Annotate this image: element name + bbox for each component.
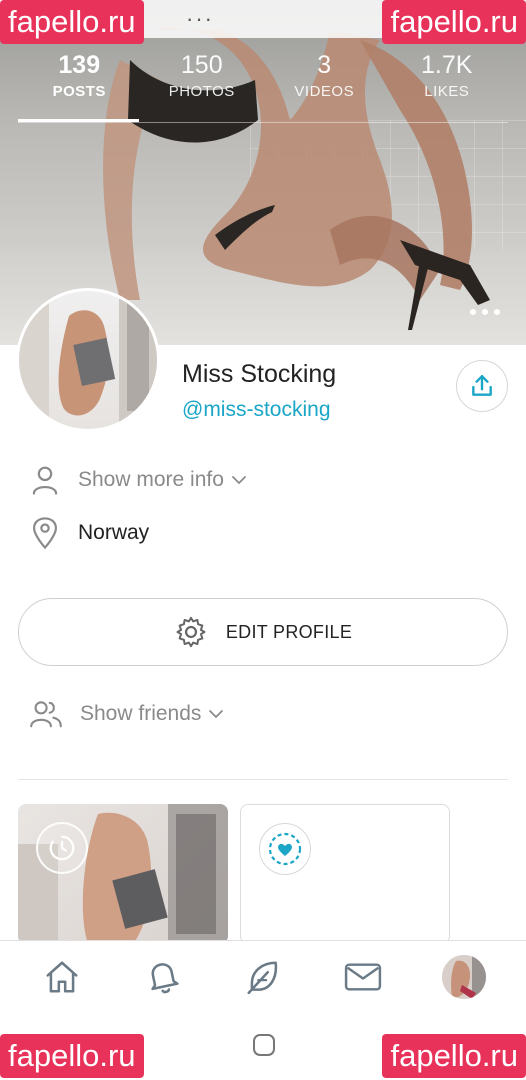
watermark-bottom-right: fapello.ru [382,1034,526,1078]
stat-photos-tab[interactable]: 150 PHOTOS [141,48,264,124]
watermark-bottom-left: fapello.ru [0,1034,144,1078]
feather-icon [247,960,278,994]
cover-more-options-icon[interactable] [470,302,500,322]
bell-icon [150,962,179,993]
avatar-figure [19,291,157,429]
story-history-badge [36,822,88,874]
stat-posts-label: POSTS [52,83,106,100]
stat-posts-tab[interactable]: 139 POSTS [18,48,141,124]
top-more-menu-icon[interactable]: ··· [186,6,214,32]
chevron-down-icon [209,710,224,719]
mail-icon [345,962,382,991]
nav-notifications[interactable] [133,947,193,1007]
system-home-button[interactable] [253,1034,275,1056]
nav-home[interactable] [32,947,92,1007]
nav-feed[interactable] [233,947,293,1007]
show-friends-toggle[interactable]: Show friends [30,698,225,730]
bottom-navigation [0,940,526,1012]
location-pin-icon [32,517,58,550]
stat-videos-value: 3 [317,51,332,79]
show-more-info-toggle[interactable]: Show more info [30,464,248,496]
share-icon [472,375,492,396]
story-card-add[interactable] [240,804,450,944]
stat-likes-label: LIKES [424,83,470,100]
stat-likes-tab[interactable]: 1.7K LIKES [386,48,509,124]
profile-stats: 139 POSTS 150 PHOTOS 3 VIDEOS 1.7K LIKES [18,48,508,124]
profile-avatar[interactable] [16,288,160,432]
dot [470,309,476,315]
stat-photos-value: 150 [180,51,223,79]
friends-icon [30,701,62,728]
clock-history-icon [49,835,75,861]
stat-photos-label: PHOTOS [168,83,235,100]
watermark-top-left: fapello.ru [0,0,144,44]
dot [494,309,500,315]
heart-ring-icon [268,832,302,866]
stat-videos-tab[interactable]: 3 VIDEOS [263,48,386,124]
profile-avatar-image [19,291,157,429]
show-more-info-label: Show more info [78,468,224,491]
stat-videos-label: VIDEOS [294,83,355,100]
story-add-badge [259,823,311,875]
section-divider [18,779,508,780]
stat-posts-value: 139 [58,51,101,79]
nav-profile[interactable] [434,947,494,1007]
show-friends-label: Show friends [80,702,202,725]
nav-profile-avatar [441,954,486,999]
profile-name: Miss Stocking [182,360,337,388]
profile-handle-link[interactable]: @miss-stocking [182,398,331,422]
location-row: Norway [30,516,149,550]
dot [482,309,488,315]
story-card-photo[interactable] [18,804,228,944]
nav-avatar-figure [441,954,486,999]
edit-profile-label: EDIT PROFILE [225,621,353,642]
share-profile-button[interactable] [456,360,508,412]
nav-messages[interactable] [333,947,393,1007]
stats-divider [18,122,508,123]
gear-icon [176,616,206,648]
stat-likes-value: 1.7K [421,51,473,79]
watermark-top-right: fapello.ru [382,0,526,44]
chevron-down-icon [232,476,246,485]
location-label: Norway [78,521,150,544]
home-icon [46,960,78,993]
edit-profile-button[interactable]: EDIT PROFILE [18,598,508,666]
person-icon [32,466,58,495]
